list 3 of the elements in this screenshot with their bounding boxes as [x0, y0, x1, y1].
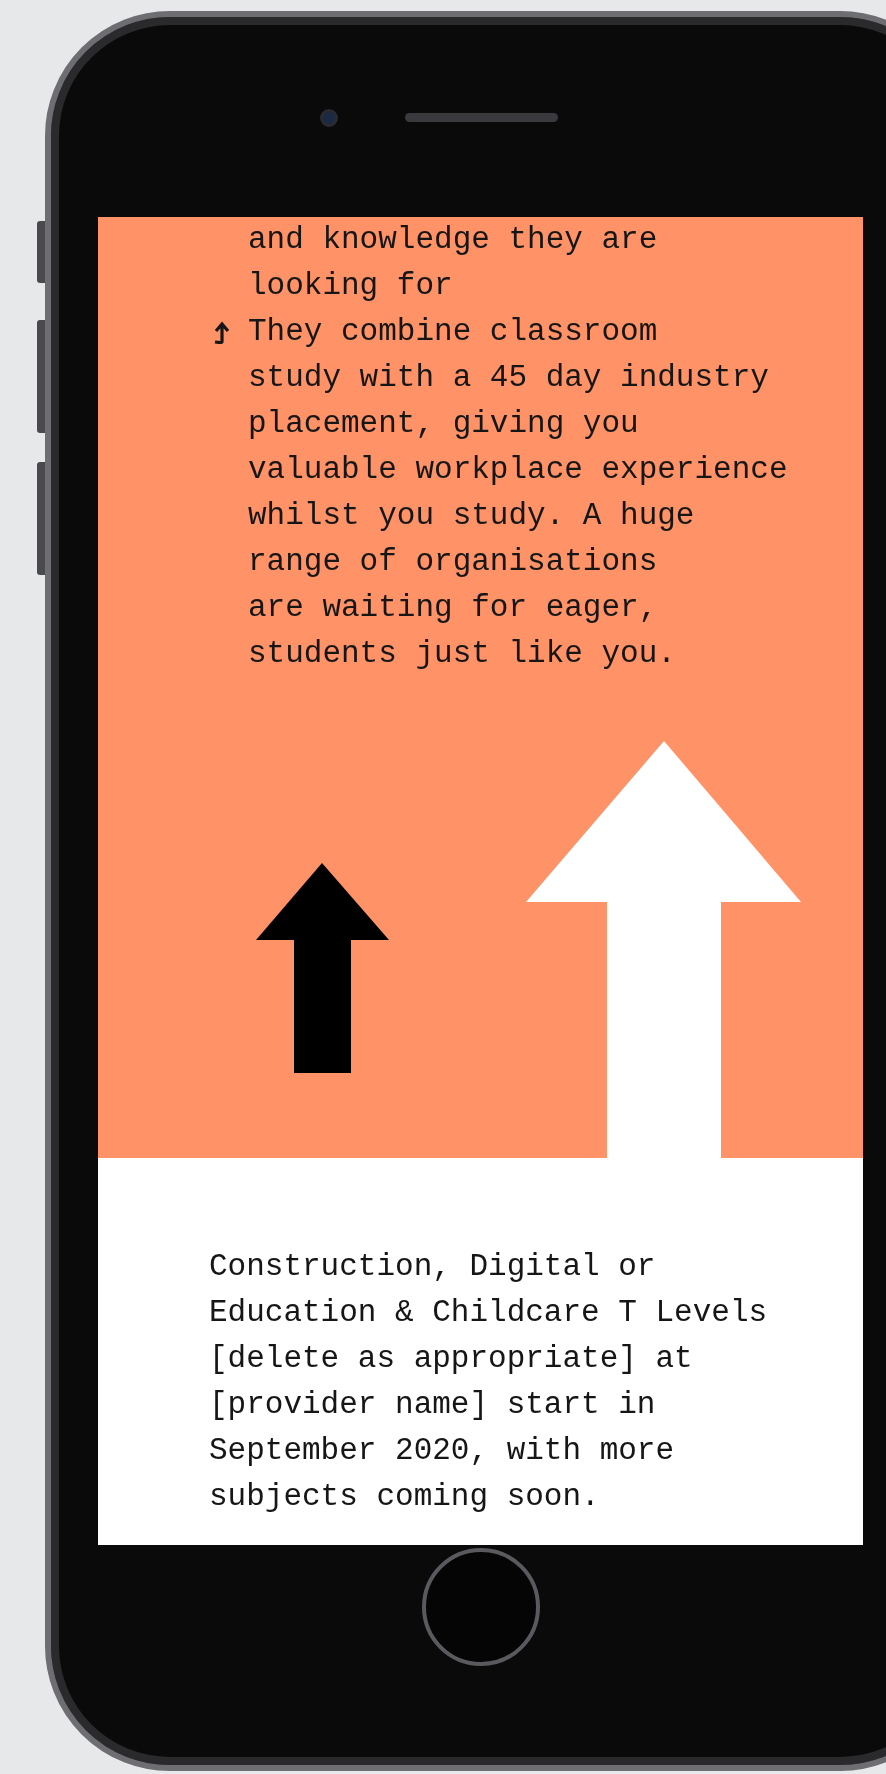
intro-paragraph: Construction, Digital or Education & Childcare T Levels [delete as appropriate] at [provider name] start in September 2020, with more subjects coming soon. — [209, 1248, 769, 1516]
list-item-text: and knowledge they are looking for — [248, 221, 658, 305]
list-item-text: They combine classroom study with a 45 day industry placement, giving you valuable workplace experience whilst you study. A huge range of organisations are waiting for eager, students just like you. — [248, 313, 788, 673]
